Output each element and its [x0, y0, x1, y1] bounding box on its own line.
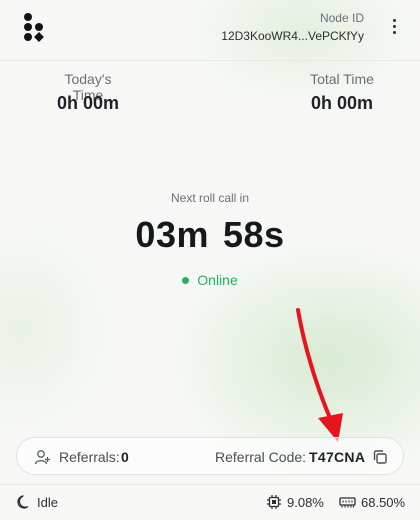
- logo-icon: [24, 13, 44, 42]
- total-time-label: Total Time: [310, 71, 374, 87]
- countdown-seconds: 58s: [222, 214, 285, 255]
- countdown-minutes: 03m: [135, 214, 209, 255]
- status-indicator: Online: [0, 272, 420, 288]
- memory-icon: [339, 497, 356, 508]
- more-menu-button[interactable]: [386, 16, 402, 36]
- idle-status-label: Idle: [37, 495, 58, 510]
- annotation-arrow: [296, 308, 343, 442]
- referrals-count: 0: [121, 449, 129, 465]
- add-user-icon: [34, 450, 50, 465]
- moon-icon: [17, 495, 29, 509]
- header: Node ID 12D3KooWR4...VePCKfYy: [0, 0, 420, 60]
- status-text: Online: [197, 272, 238, 288]
- referrals-label: Referrals:: [59, 449, 120, 465]
- node-id-label: Node ID: [319, 11, 364, 25]
- status-dot: [182, 276, 190, 284]
- node-id-value[interactable]: 12D3KooWR4...VePCKfYy: [221, 29, 364, 43]
- cpu-usage-value: 9.08%: [287, 495, 324, 510]
- countdown-timer: 03m 58s: [0, 214, 420, 256]
- cpu-icon: [267, 495, 281, 509]
- next-roll-call-label: Next roll call in: [170, 191, 250, 205]
- header-divider: [0, 60, 420, 61]
- referral-code-value[interactable]: T47CNA: [309, 449, 365, 465]
- referral-code-label: Referral Code:: [215, 449, 307, 465]
- more-vertical-icon: [392, 18, 396, 22]
- referral-card: Referrals: 0 Referral Code: T47CNA: [16, 437, 404, 475]
- footer-divider: [0, 484, 420, 485]
- ram-usage-value: 68.50%: [361, 495, 406, 510]
- copy-icon[interactable]: [371, 448, 389, 466]
- today-time-value: 0h 00m: [56, 93, 120, 113]
- total-time-value: 0h 00m: [310, 93, 374, 113]
